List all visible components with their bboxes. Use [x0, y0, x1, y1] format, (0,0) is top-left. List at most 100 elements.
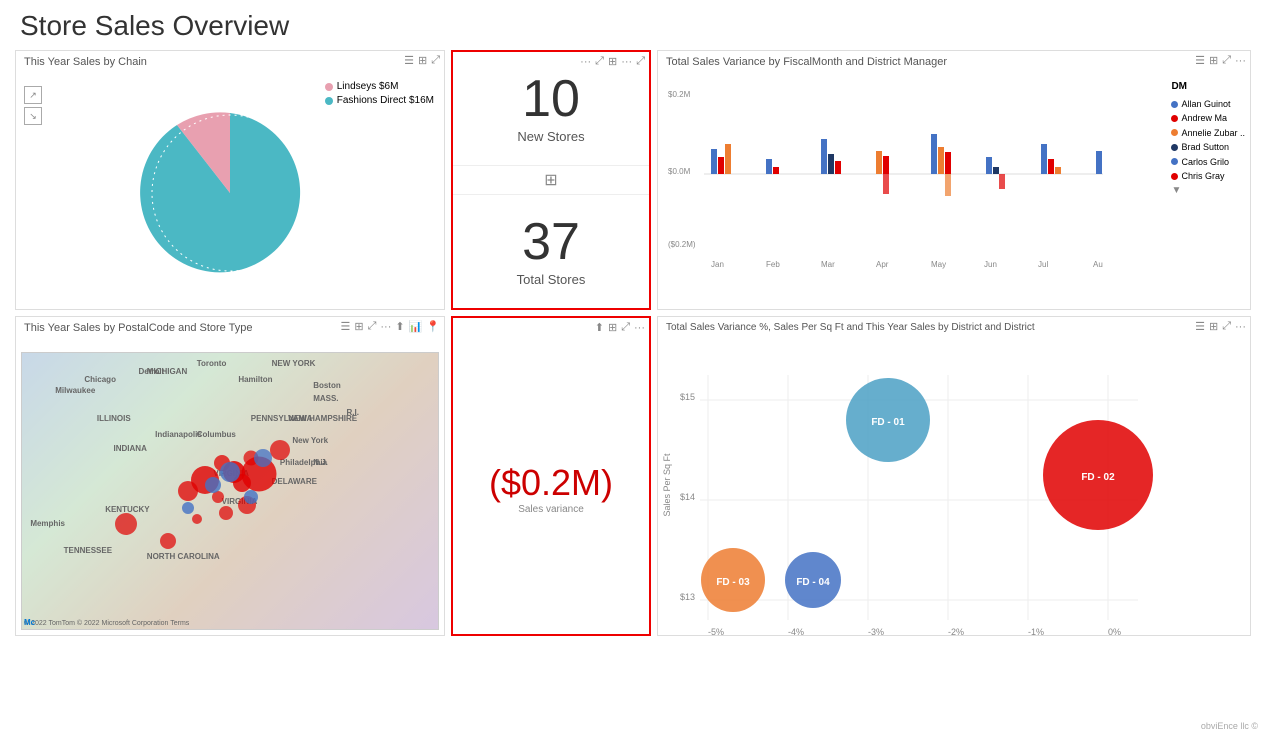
- bubble-expand-icon[interactable]: ⤢: [1222, 320, 1231, 333]
- kpi-fullscreen-icon[interactable]: ⤢: [636, 55, 645, 68]
- resize-tl-icon[interactable]: ↗: [24, 86, 42, 104]
- dm-dot-3: [1171, 144, 1178, 151]
- map-label-northcarolina: NORTH CAROLINA: [147, 552, 220, 561]
- kpi-bottom-label: Sales variance: [518, 504, 584, 515]
- kpi-bottom-value: ($0.2M): [489, 462, 613, 504]
- panel-bubble-chart: Total Sales Variance %, Sales Per Sq Ft …: [657, 316, 1251, 636]
- bar-more-icon[interactable]: ···: [1235, 55, 1246, 67]
- map-label-milwaukee: Milwaukee: [55, 386, 95, 395]
- map-dot-12: [270, 440, 290, 460]
- kpi-b-more-icon[interactable]: ···: [634, 322, 645, 334]
- map-dot-blue-1: [205, 477, 221, 493]
- page-title: Store Sales Overview: [15, 10, 1251, 42]
- bar-chart-title: Total Sales Variance by FiscalMonth and …: [658, 51, 955, 70]
- kpi-total-stores: 37 Total Stores: [453, 195, 649, 308]
- map-toolbar: ☰ ⊞ ⤢ ··· ⬆ 📊 📍: [340, 320, 440, 333]
- menu-icon[interactable]: ☰: [404, 54, 414, 67]
- kpi-filter-icon[interactable]: ⊞: [608, 55, 617, 68]
- filter-mid-icon[interactable]: ⊞: [544, 172, 557, 189]
- map-dot-s1: [115, 513, 137, 535]
- kpi-bottom-content: ($0.2M) Sales variance: [453, 343, 649, 634]
- kpi-expand-icon[interactable]: ⤢: [595, 55, 604, 68]
- legend-item-fashions: Fashions Direct $16M: [325, 95, 434, 106]
- svg-text:May: May: [931, 260, 946, 269]
- pie-legend: Lindseys $6M Fashions Direct $16M: [325, 81, 434, 109]
- map-area[interactable]: Chicago Milwaukee Detroit Toronto Hamilt…: [21, 352, 439, 630]
- watermark: obviEnce llc ©: [1201, 721, 1258, 731]
- map-label-newhampshire: NEW HAMPSHIRE: [288, 414, 357, 423]
- svg-text:FD - 04: FD - 04: [796, 577, 830, 588]
- map-label-memphis: Memphis: [30, 519, 65, 528]
- dm-dot-4: [1171, 158, 1178, 165]
- svg-text:FD - 01: FD - 01: [871, 417, 905, 428]
- dm-scroll-icon[interactable]: ▼: [1171, 185, 1181, 196]
- map-more-icon[interactable]: ···: [380, 321, 391, 333]
- kpi-filter-mid: ⊞: [453, 166, 649, 195]
- svg-text:Jan: Jan: [711, 260, 724, 269]
- svg-text:-2%: -2%: [948, 627, 964, 635]
- dm-label-1: Andrew Ma: [1181, 111, 1227, 125]
- legend-dot-fashions: [325, 97, 333, 105]
- map-label-newyork-city: New York: [292, 436, 328, 445]
- pie-chart-title: This Year Sales by Chain: [16, 51, 155, 70]
- resize-bl-icon[interactable]: ↘: [24, 107, 42, 125]
- bubble-chart-svg: Sales Per Sq Ft $15 $14 $13 -5% -4% -3% …: [658, 345, 1250, 635]
- kpi-b-expand-icon[interactable]: ⤢: [621, 321, 630, 334]
- map-dot-blue-4: [254, 449, 272, 467]
- map-label-mass: MASS.: [313, 394, 338, 403]
- map-up-icon[interactable]: ⬆: [395, 320, 404, 333]
- legend-item-lindseys: Lindseys $6M: [325, 81, 434, 92]
- map-dot-s2: [160, 533, 176, 549]
- bar-menu-icon[interactable]: ☰: [1195, 54, 1205, 67]
- bar-filter-icon[interactable]: ⊞: [1209, 54, 1218, 67]
- bubble-more-icon[interactable]: ···: [1235, 321, 1246, 333]
- panel-kpi-bottom: ⬆ ⊞ ⤢ ··· ($0.2M) Sales variance: [451, 316, 651, 636]
- expand-icon[interactable]: ⤢: [431, 54, 440, 67]
- bar-toolbar: ☰ ⊞ ⤢ ···: [1195, 54, 1246, 67]
- map-chart-icon[interactable]: 📊: [409, 320, 423, 333]
- legend-dot-lindseys: [325, 83, 333, 91]
- svg-text:Jul: Jul: [1038, 260, 1048, 269]
- bar-expand-icon[interactable]: ⤢: [1222, 54, 1231, 67]
- map-menu-icon[interactable]: ☰: [340, 320, 350, 333]
- kpi-b-filter-icon[interactable]: ⊞: [608, 321, 617, 334]
- filter-icon[interactable]: ⊞: [418, 54, 427, 67]
- svg-text:Jun: Jun: [984, 260, 997, 269]
- kpi-new-stores: 10 New Stores: [453, 52, 649, 166]
- map-label-indiana: INDIANA: [114, 444, 147, 453]
- svg-text:-4%: -4%: [788, 627, 804, 635]
- map-dot-10: [219, 506, 233, 520]
- map-label-newyork-state: NEW YORK: [272, 359, 316, 368]
- kpi-more-icon[interactable]: ···: [621, 56, 632, 68]
- map-label-columbus: Columbus: [197, 430, 236, 439]
- dm-label-5: Chris Gray: [1181, 169, 1224, 183]
- bubble-filter-icon[interactable]: ⊞: [1209, 320, 1218, 333]
- dm-dot-0: [1171, 101, 1178, 108]
- svg-text:Feb: Feb: [766, 260, 780, 269]
- kpi-b-up-icon[interactable]: ⬆: [595, 321, 604, 334]
- svg-text:$15: $15: [680, 392, 695, 402]
- bubble-menu-icon[interactable]: ☰: [1195, 320, 1205, 333]
- svg-text:Mar: Mar: [821, 260, 835, 269]
- svg-text:$13: $13: [680, 592, 695, 602]
- map-label-illinois: ILLINOIS: [97, 414, 131, 423]
- svg-text:FD - 02: FD - 02: [1081, 472, 1115, 483]
- map-expand-icon[interactable]: ⤢: [368, 320, 377, 333]
- kpi-new-stores-value: 10: [522, 73, 580, 125]
- dashboard: Store Sales Overview This Year Sales by …: [0, 0, 1266, 734]
- svg-text:($0.2M): ($0.2M): [668, 240, 696, 249]
- dm-legend-title: DM: [1171, 79, 1245, 95]
- svg-text:$0.0M: $0.0M: [668, 167, 691, 176]
- map-dot-blue-2: [220, 462, 240, 482]
- map-pin-icon[interactable]: 📍: [426, 320, 440, 333]
- main-grid: This Year Sales by Chain ☰ ⊞ ⤢ ↗ ↘: [15, 50, 1251, 690]
- map-filter-icon[interactable]: ⊞: [354, 320, 363, 333]
- dm-label-4: Carlos Grilo: [1181, 155, 1229, 169]
- dm-dot-5: [1171, 173, 1178, 180]
- map-label-chicago: Chicago: [84, 375, 116, 384]
- map-label-boston: Boston: [313, 381, 341, 390]
- svg-text:Sales Per Sq Ft: Sales Per Sq Ft: [662, 453, 672, 517]
- legend-label-lindseys: Lindseys $6M: [337, 81, 399, 92]
- kpi-container: 10 New Stores ⊞ 37 Total Stores: [453, 52, 649, 308]
- dots-icon[interactable]: ···: [580, 56, 591, 68]
